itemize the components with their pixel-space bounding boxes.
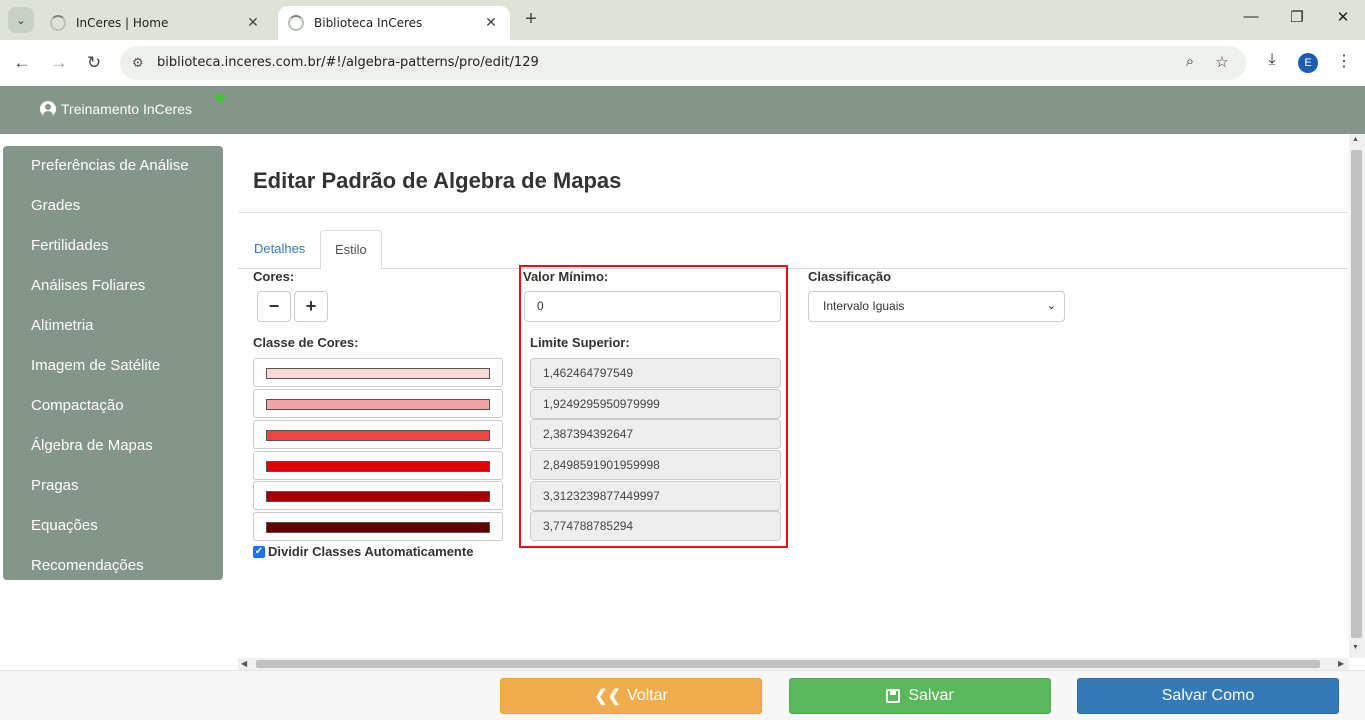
color-class-row[interactable]	[253, 451, 503, 480]
divider	[238, 212, 1348, 213]
scroll-up-icon[interactable]: ▲	[1352, 136, 1359, 143]
sidebar-item-algebra-mapas[interactable]: Álgebra de Mapas	[3, 426, 223, 466]
valor-minimo-label: Valor Mínimo:	[523, 269, 609, 284]
color-swatch	[266, 461, 490, 472]
color-class-row[interactable]	[253, 481, 503, 510]
auto-divide-checkbox[interactable]: ✓ Dividir Classes Automaticamente	[253, 544, 473, 559]
salvar-como-button[interactable]: Salvar Como	[1077, 678, 1339, 714]
color-class-row[interactable]	[253, 512, 503, 541]
more-menu-icon[interactable]: ⋮	[1332, 51, 1356, 71]
salvar-label: Salvar	[908, 687, 954, 704]
sidebar-item-recomendacoes[interactable]: Recomendações	[3, 546, 223, 586]
scrollbar-thumb[interactable]	[1351, 150, 1362, 638]
limite-superior-field: 3,774788785294	[530, 511, 781, 541]
close-window-icon[interactable]: ✕	[1328, 8, 1358, 26]
color-class-row[interactable]	[253, 389, 503, 418]
cores-label: Cores:	[253, 269, 295, 284]
color-swatch	[266, 368, 490, 379]
tab-search-button[interactable]: ⌄	[8, 7, 34, 33]
sidebar-item-fertilidades[interactable]: Fertilidades	[3, 226, 223, 266]
loading-icon	[288, 15, 304, 31]
salvar-como-label: Salvar Como	[1161, 687, 1255, 704]
checkbox-checked-icon[interactable]: ✓	[253, 545, 265, 558]
add-color-button[interactable]: +	[294, 291, 328, 322]
sidebar-item-imagem-satelite[interactable]: Imagem de Satélite	[3, 346, 223, 386]
download-icon[interactable]: ⤓	[1260, 51, 1284, 69]
limite-superior-field: 3,3123239877449997	[530, 481, 781, 511]
content-tabs: Detalhes Estilo	[238, 230, 1348, 270]
browser-tab-biblioteca[interactable]: Biblioteca InCeres ✕	[278, 6, 510, 40]
limite-superior-field: 1,462464797549	[530, 358, 781, 388]
voltar-label: Voltar	[626, 687, 668, 704]
color-swatch	[266, 522, 490, 533]
new-tab-button[interactable]: +	[520, 9, 542, 31]
floppy-disk-icon	[886, 689, 901, 703]
sidebar-item-compactacao[interactable]: Compactação	[3, 386, 223, 426]
horizontal-scrollbar[interactable]: ◀ ▶	[238, 658, 1349, 670]
sidebar-item-equacoes[interactable]: Equações	[3, 506, 223, 546]
color-class-row[interactable]	[253, 358, 503, 387]
browser-toolbar: ← → ↻ ⚙ biblioteca.inceres.com.br/#!/alg…	[0, 40, 1365, 86]
close-icon[interactable]: ✕	[482, 15, 500, 31]
bookmark-star-icon[interactable]: ☆	[1212, 53, 1232, 71]
classificacao-select[interactable]: Intervalo Iguais ⌄	[808, 291, 1065, 322]
loading-icon	[50, 15, 66, 31]
voltar-button[interactable]: ❮❮ Voltar	[500, 678, 762, 714]
sidebar-item-altimetria[interactable]: Altimetria	[3, 306, 223, 346]
user-name: Treinamento InCeres	[61, 101, 192, 117]
app-header: Treinamento InCeres	[0, 86, 1365, 134]
scrollbar-thumb[interactable]	[256, 660, 1320, 668]
salvar-button[interactable]: Salvar	[789, 678, 1051, 714]
classe-cores-label: Classe de Cores:	[253, 335, 359, 350]
chevron-down-icon: ⌄	[1046, 300, 1056, 312]
page-title: Editar Padrão de Algebra de Mapas	[253, 168, 622, 193]
limite-superior-label: Limite Superior:	[530, 335, 630, 350]
reload-icon[interactable]: ↻	[82, 51, 106, 75]
connection-status-icon	[211, 94, 229, 104]
zoom-icon[interactable]: ⌕	[1180, 53, 1200, 70]
sidebar-item-pragas[interactable]: Pragas	[3, 466, 223, 506]
sidebar-item-preferencias[interactable]: Preferências de Análise	[3, 146, 223, 186]
action-footer: ❮❮ Voltar Salvar Salvar Como	[0, 670, 1365, 720]
user-menu[interactable]: Treinamento InCeres	[40, 101, 192, 117]
url-text[interactable]: biblioteca.inceres.com.br/#!/algebra-pat…	[157, 55, 539, 70]
color-swatch	[266, 430, 490, 441]
valor-minimo-input[interactable]: 0	[524, 291, 781, 322]
color-swatch	[266, 399, 490, 410]
auto-divide-label: Dividir Classes Automaticamente	[268, 544, 474, 559]
classificacao-label: Classificação	[808, 269, 892, 284]
remove-color-button[interactable]: −	[257, 291, 291, 322]
limite-superior-field: 2,387394392647	[530, 419, 781, 449]
vertical-scrollbar[interactable]: ▲ ▼	[1349, 134, 1365, 658]
scroll-down-icon[interactable]: ▼	[1352, 644, 1359, 651]
browser-tab-title: InCeres | Home	[76, 16, 169, 30]
user-circle-icon	[40, 101, 56, 117]
close-icon[interactable]: ✕	[244, 15, 262, 31]
tab-detalhes[interactable]: Detalhes	[240, 230, 319, 269]
color-swatch	[266, 491, 490, 502]
browser-tab-home[interactable]: InCeres | Home ✕	[40, 6, 272, 40]
forward-arrow-icon[interactable]: →	[47, 51, 71, 75]
address-bar[interactable]: ⚙ biblioteca.inceres.com.br/#!/algebra-p…	[120, 46, 1246, 80]
browser-tab-title: Biblioteca InCeres	[314, 16, 423, 30]
tab-estilo[interactable]: Estilo	[320, 230, 382, 270]
sidebar-item-grades[interactable]: Grades	[3, 186, 223, 226]
site-info-icon[interactable]: ⚙	[132, 55, 144, 71]
scroll-left-icon[interactable]: ◀	[241, 659, 247, 668]
color-class-row[interactable]	[253, 420, 503, 449]
back-arrow-icon[interactable]: ←	[10, 51, 34, 75]
minimize-icon[interactable]: —	[1236, 8, 1266, 25]
limite-superior-field: 1,9249295950979999	[530, 389, 781, 419]
sidebar: Preferências de Análise Grades Fertilida…	[3, 146, 223, 580]
sidebar-item-analises-foliares[interactable]: Análises Foliares	[3, 266, 223, 306]
classificacao-value: Intervalo Iguais	[823, 299, 905, 313]
scroll-right-icon[interactable]: ▶	[1338, 659, 1344, 668]
double-chevron-left-icon: ❮❮	[594, 688, 621, 705]
profile-avatar[interactable]: E	[1298, 53, 1318, 73]
restore-icon[interactable]: ❐	[1282, 8, 1312, 26]
browser-tab-strip: ⌄ InCeres | Home ✕ Biblioteca InCeres ✕ …	[0, 0, 1365, 40]
limite-superior-field: 2,8498591901959998	[530, 450, 781, 480]
